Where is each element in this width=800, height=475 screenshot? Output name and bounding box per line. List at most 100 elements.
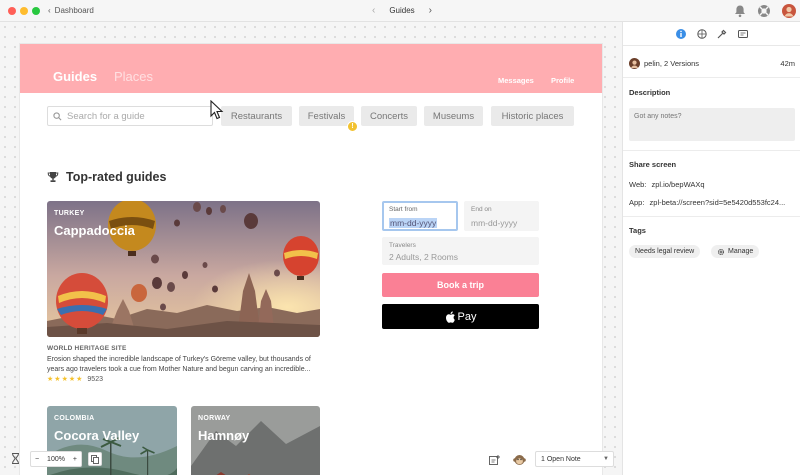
star-icon: ★ (76, 376, 83, 383)
gear-icon (717, 248, 725, 255)
notification-bell-icon[interactable] (733, 4, 747, 18)
start-date-label: Start from (389, 206, 418, 213)
start-date-value: mm-dd-yyyy (389, 218, 438, 228)
divider (623, 216, 800, 217)
tag-needs-legal-review[interactable]: Needs legal review (629, 245, 701, 258)
inspector-sidebar: pelin, 2 Versions 42m Description Share … (622, 22, 800, 475)
version-time: 42m (780, 59, 795, 68)
book-trip-button[interactable]: Book a trip (382, 273, 539, 297)
share-app-label: App: (629, 198, 645, 207)
previous-screen-icon[interactable]: ‹ (372, 5, 375, 16)
share-app-link[interactable]: zpl-beta://screen?sid=5e5420d553fc24... (650, 198, 786, 207)
zoom-out-button[interactable]: − (35, 456, 39, 463)
section-title: Top-rated guides (47, 170, 166, 184)
card-country: COLOMBIA (54, 415, 95, 422)
add-note-button[interactable] (487, 452, 502, 467)
history-button[interactable] (8, 451, 22, 465)
help-lifebuoy-icon[interactable] (757, 4, 771, 18)
category-chip-concerts[interactable]: Concerts (361, 106, 417, 126)
start-date-field[interactable]: Start from mm-dd-yyyy (382, 201, 458, 231)
add-note-icon (489, 454, 500, 465)
version-row[interactable]: pelin, 2 Versions 42m (629, 58, 795, 69)
share-screen-heading: Share screen (629, 160, 677, 169)
nav-messages[interactable]: Messages (498, 76, 534, 85)
screen-switcher: ‹ Guides › (372, 5, 432, 16)
open-note-select[interactable]: 1 Open Note ▼ (535, 451, 614, 467)
guide-card-norway[interactable]: NORWAY Hamnøy (191, 406, 320, 475)
manage-tags-button[interactable]: Manage (711, 245, 760, 258)
share-web-link[interactable]: zpl.io/bepWAXq (651, 180, 704, 189)
annotation-badge[interactable]: ! (347, 121, 358, 132)
apple-pay-label: Pay (457, 310, 477, 323)
tab-styleguide-icon[interactable] (696, 28, 708, 40)
design-canvas[interactable]: Guides Places Messages Profile Restauran… (0, 22, 622, 475)
featured-rating: ★ ★ ★ ★ ★ 9523 (47, 375, 103, 384)
open-note-select-value: 1 Open Note (541, 455, 581, 463)
copy-pages-icon (91, 454, 99, 464)
star-icon: ★ (47, 376, 54, 383)
featured-description: Erosion shaped the incredible landscape … (47, 356, 311, 373)
category-chip-festivals[interactable]: Festivals (299, 106, 354, 126)
featured-category: WORLD HERITAGE SITE (47, 345, 127, 352)
review-count: 9523 (87, 375, 103, 383)
share-web-row[interactable]: Web: zpl.io/bepWAXq (629, 180, 795, 189)
search-icon (53, 111, 62, 120)
sidebar-tabs (623, 22, 800, 46)
tab-color-picker-icon[interactable] (716, 28, 728, 40)
end-date-field[interactable]: End on mm-dd-yyyy (464, 201, 539, 231)
nav-places[interactable]: Places (114, 69, 153, 84)
minimize-window-button[interactable] (20, 7, 28, 15)
category-chip-museums[interactable]: Museums (424, 106, 483, 126)
author-avatar (629, 58, 640, 69)
end-date-label: End on (471, 206, 492, 213)
notes-textarea[interactable] (629, 108, 795, 141)
category-chip-restaurants[interactable]: Restaurants (221, 106, 292, 126)
tab-info-icon[interactable] (675, 28, 687, 40)
featured-guide-card[interactable]: TURKEY Cappadoccia (47, 201, 320, 337)
screen-name: Guides (389, 6, 415, 15)
featured-title: Cappadoccia (54, 223, 135, 238)
zoom-in-button[interactable]: + (73, 456, 77, 463)
tab-code-icon[interactable] (737, 28, 749, 40)
mouse-pointer-icon (210, 100, 224, 120)
back-to-dashboard-link[interactable]: ‹ Dashboard (48, 6, 94, 15)
zoom-window-button[interactable] (32, 7, 40, 15)
author-versions: pelin, 2 Versions (644, 59, 700, 68)
travelers-value: 2 Adults, 2 Rooms (389, 252, 458, 262)
user-avatar[interactable] (782, 4, 796, 18)
featured-country: TURKEY (54, 210, 85, 217)
share-web-label: Web: (629, 180, 647, 189)
zoom-control: − 100% + (30, 451, 82, 467)
section-title-text: Top-rated guides (66, 170, 167, 184)
next-screen-icon[interactable]: › (429, 5, 432, 16)
guide-search[interactable] (47, 106, 213, 126)
end-date-value: mm-dd-yyyy (471, 218, 518, 228)
tags-heading: Tags (629, 226, 646, 235)
chevron-left-icon: ‹ (48, 6, 51, 15)
window-titlebar: ‹ Dashboard ‹ Guides › (0, 0, 800, 22)
nav-guides[interactable]: Guides (53, 69, 97, 84)
cappadocia-photo (47, 201, 320, 337)
back-label: Dashboard (54, 6, 94, 15)
divider (623, 77, 800, 78)
star-icon: ★ (54, 376, 61, 383)
apple-logo-icon (445, 310, 455, 323)
app-screen-preview: Guides Places Messages Profile Restauran… (20, 44, 602, 475)
nav-profile[interactable]: Profile (551, 76, 574, 85)
close-window-button[interactable] (8, 7, 16, 15)
search-input[interactable] (67, 110, 207, 122)
monkey-mode-button[interactable] (511, 452, 527, 467)
app-header: Guides Places Messages Profile (20, 44, 602, 93)
fit-to-screen-button[interactable] (88, 452, 102, 466)
card-title: Hamnøy (198, 428, 250, 443)
travelers-label: Travelers (389, 242, 416, 249)
card-country: NORWAY (198, 415, 231, 422)
star-icon: ★ (68, 376, 76, 383)
travelers-field[interactable]: Travelers 2 Adults, 2 Rooms (382, 237, 539, 265)
category-chip-historic-places[interactable]: Historic places (491, 106, 574, 126)
description-heading: Description (629, 88, 671, 97)
share-app-row[interactable]: App: zpl-beta://screen?sid=5e5420d553fc2… (629, 198, 795, 207)
divider (623, 150, 800, 151)
apple-pay-button[interactable]: Pay (382, 304, 539, 329)
chevron-down-icon: ▼ (603, 456, 609, 462)
